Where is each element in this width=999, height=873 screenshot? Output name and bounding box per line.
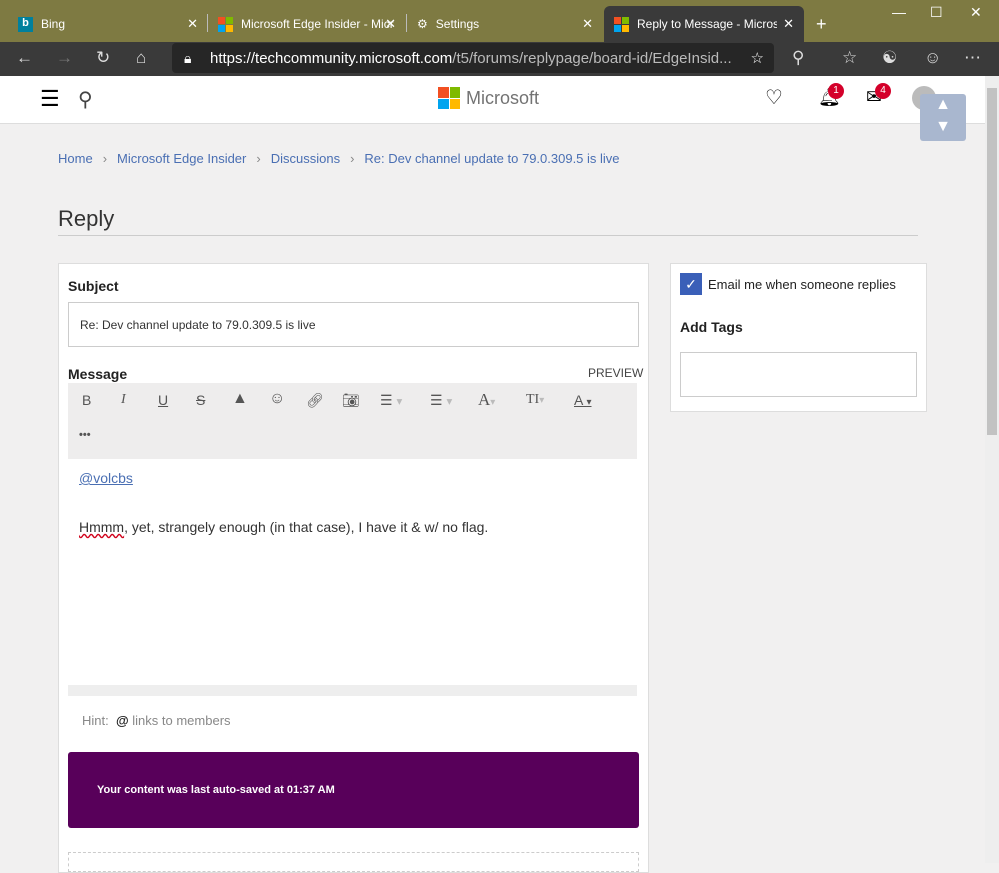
tags-input[interactable] (680, 352, 917, 397)
breadcrumb-thread[interactable]: Re: Dev channel update to 79.0.309.5 is … (364, 151, 619, 166)
message-label: Message (68, 366, 128, 382)
close-tab-icon[interactable]: ✕ (582, 16, 593, 32)
subject-input[interactable]: Re: Dev channel update to 79.0.309.5 is … (68, 302, 639, 347)
tab-title: Microsoft Edge Insider - Micr (241, 17, 394, 31)
tab-title: Settings (435, 17, 480, 31)
search-icon[interactable]: ⚲ (78, 87, 93, 112)
tab-title: Reply to Message - Microsoft (637, 17, 777, 31)
more-tools-button[interactable]: ••• (79, 429, 91, 441)
italic-icon[interactable]: I (121, 392, 126, 408)
strikethrough-icon[interactable]: S (196, 392, 205, 408)
breadcrumb-discussions[interactable]: Discussions (271, 151, 340, 166)
tab-bing[interactable]: b Bing ✕ (8, 6, 208, 42)
link-icon[interactable]: 🔗︎ (306, 392, 324, 409)
warning-icon[interactable]: ▲ (232, 390, 248, 408)
more-menu-icon[interactable]: ⋯ (964, 48, 981, 68)
text-color-icon[interactable]: A ▾ (574, 392, 592, 408)
maximize-button[interactable]: ☐ (930, 4, 943, 21)
microsoft-logo-icon (614, 16, 629, 32)
font-family-icon[interactable]: A▾ (478, 390, 495, 410)
close-tab-icon[interactable]: ✕ (187, 16, 198, 32)
site-header: ☰ ⚲ Microsoft ♡ 🔔︎ 1 ✉ 4 ▲ ▼ (0, 76, 985, 141)
tab-settings[interactable]: ⚙ Settings ✕ (407, 6, 603, 42)
font-size-icon[interactable]: TI▾ (526, 392, 544, 408)
attachment-dropzone[interactable] (68, 852, 639, 872)
up-arrow-icon[interactable]: ▲ (920, 94, 966, 116)
email-checkbox-label[interactable]: Email me when someone replies (708, 277, 896, 292)
breadcrumb-home[interactable]: Home (58, 151, 93, 166)
page-title: Reply (58, 206, 115, 231)
preview-button[interactable]: PREVIEW (588, 366, 643, 380)
editor-toolbar: B I U S ▲ ☺ 🔗︎ 📷︎ ☰ ▾ ☰ ▾ A▾ TI▾ A ▾ ••• (68, 383, 637, 459)
divider (58, 235, 918, 236)
microsoft-logo[interactable]: Microsoft (438, 87, 539, 109)
url-host: https://techcommunity.microsoft.com (210, 49, 453, 67)
scrollbar-thumb[interactable] (987, 88, 997, 435)
camera-icon[interactable]: 📷︎ (342, 392, 360, 409)
hint-label: Hint: (82, 713, 109, 728)
minimize-button[interactable]: — (892, 4, 906, 20)
refresh-icon[interactable]: ↻ (96, 48, 110, 68)
message-editor[interactable]: @volcbs Hmmm, yet, strangely enough (in … (68, 459, 637, 685)
favorites-icon[interactable]: ☆ (842, 48, 857, 68)
tracking-icon[interactable]: ⚲ (792, 48, 804, 68)
tab-reply[interactable]: Reply to Message - Microsoft ✕ (604, 6, 804, 42)
forward-icon[interactable]: → (56, 48, 73, 68)
profile-avatar[interactable]: ☯ (882, 48, 897, 68)
microsoft-logo-icon (438, 87, 460, 109)
home-icon[interactable]: ⌂ (136, 48, 146, 68)
down-arrow-icon[interactable]: ▼ (920, 116, 966, 138)
bing-icon: b (18, 16, 33, 32)
numbered-list-icon[interactable]: ☰ ▾ (380, 392, 402, 409)
feedback-smiley-icon[interactable]: ☺ (924, 48, 941, 68)
lock-icon: 🔒︎ (184, 49, 192, 66)
message-text-misspelled: Hmmm (79, 519, 125, 535)
email-checkbox[interactable]: ✓ (680, 273, 702, 295)
close-tab-icon[interactable]: ✕ (385, 16, 396, 32)
close-tab-icon[interactable]: ✕ (783, 16, 794, 32)
bold-icon[interactable]: B (82, 392, 91, 408)
chevron-right-icon: › (350, 151, 355, 166)
favorite-star-icon[interactable]: ☆ (751, 49, 764, 67)
at-symbol: @ (115, 713, 129, 728)
hint-text: links to members (132, 713, 231, 728)
underline-icon[interactable]: U (158, 392, 168, 408)
bullet-list-icon[interactable]: ☰ ▾ (430, 392, 452, 409)
breadcrumb-board[interactable]: Microsoft Edge Insider (117, 151, 246, 166)
tab-edge-insider[interactable]: Microsoft Edge Insider - Micr ✕ (208, 6, 406, 42)
hamburger-menu-icon[interactable]: ☰ (40, 86, 60, 112)
browser-toolbar: ← → ↻ ⌂ 🔒︎ https://techcommunity.microso… (0, 42, 999, 76)
hint: Hint: @ links to members (82, 713, 231, 728)
close-window-button[interactable]: ✕ (970, 4, 982, 21)
heart-icon[interactable]: ♡ (765, 85, 783, 110)
breadcrumb: Home › Microsoft Edge Insider › Discussion… (58, 151, 620, 166)
notifications-badge: 1 (828, 83, 844, 99)
address-bar[interactable]: 🔒︎ https://techcommunity.microsoft.com/t… (172, 43, 774, 73)
new-tab-button[interactable]: + (806, 6, 837, 42)
scroll-to-top-widget[interactable]: ▲ ▼ (920, 94, 966, 141)
autosave-notice: Your content was last auto-saved at 01:3… (68, 752, 639, 828)
gear-icon: ⚙ (417, 17, 428, 31)
microsoft-logo-icon (218, 16, 233, 32)
tab-bar: b Bing ✕ Microsoft Edge Insider - Micr ✕ ⚙ S… (0, 0, 999, 42)
page-scrollbar[interactable] (985, 76, 999, 863)
tab-title: Bing (41, 17, 66, 31)
chevron-right-icon: › (256, 151, 261, 166)
editor-resize-handle[interactable] (68, 685, 637, 696)
chevron-right-icon: › (102, 151, 108, 166)
user-mention-link[interactable]: @volcbs (79, 470, 133, 486)
emoji-icon[interactable]: ☺ (269, 390, 285, 408)
subject-label: Subject (68, 278, 119, 294)
back-icon[interactable]: ← (16, 48, 33, 68)
messages-badge: 4 (875, 83, 891, 99)
url-path: /t5/forums/replypage/board-id/EdgeInsid.… (452, 49, 732, 67)
add-tags-label: Add Tags (680, 319, 743, 335)
logo-text: Microsoft (466, 87, 540, 108)
message-text: , yet, strangely enough (in that case), … (124, 519, 489, 535)
